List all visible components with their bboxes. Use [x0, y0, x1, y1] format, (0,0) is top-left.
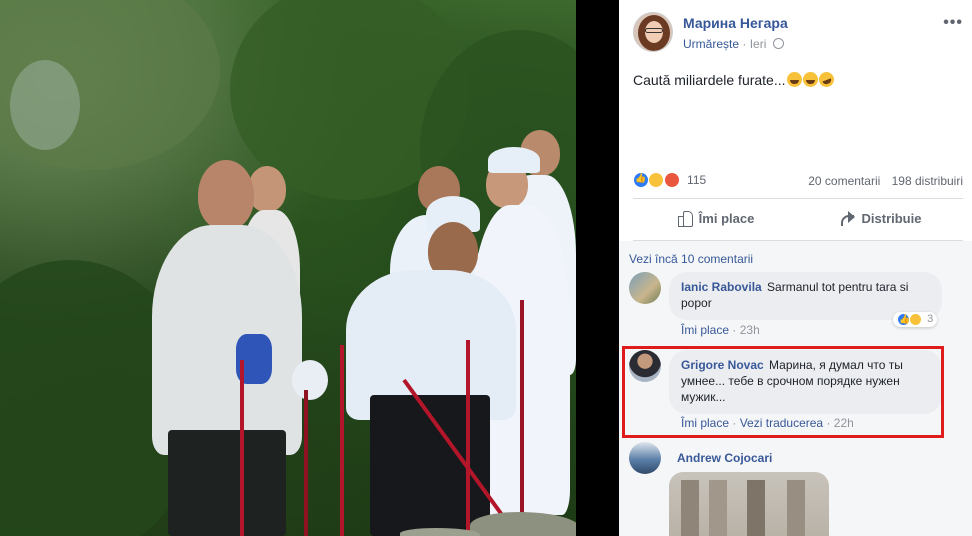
post-stats: 115 20 comentarii 198 distribuiri — [633, 172, 963, 190]
thumbs-up-icon — [677, 210, 693, 227]
rock — [470, 512, 576, 536]
comment-time[interactable]: 23h — [740, 323, 760, 337]
reactions-summary[interactable]: 115 — [633, 172, 706, 188]
like-button[interactable]: Îmi place — [633, 201, 798, 235]
like-button-label: Îmi place — [698, 210, 755, 226]
author-avatar[interactable] — [633, 12, 673, 52]
post-text-body: Caută miliardele furate... — [633, 72, 786, 88]
divider — [633, 198, 963, 199]
meta-separator: · — [742, 37, 747, 51]
hiking-pole — [466, 340, 470, 536]
post-actions: Îmi place Distribuie — [633, 201, 963, 235]
shares-count[interactable]: 198 distribuiri — [892, 174, 963, 188]
commenter-avatar[interactable] — [629, 272, 661, 304]
commenter-name[interactable]: Andrew Cojocari — [677, 451, 772, 465]
see-translation-link[interactable]: Vezi traducerea — [740, 416, 823, 430]
comment-separator: · — [826, 416, 831, 430]
comment: Grigore Novac Марина, я думал что ты умн… — [629, 350, 962, 430]
hiking-pole — [520, 300, 524, 536]
share-button-label: Distribuie — [861, 210, 922, 226]
post-meta: Urmărește · Ieri — [683, 37, 784, 51]
engagement-counts: 20 comentarii 198 distribuiri — [808, 174, 963, 188]
commenter-avatar[interactable] — [629, 442, 661, 474]
author-name[interactable]: Марина Негара — [683, 15, 788, 31]
comment-reactions[interactable]: 3 — [893, 312, 938, 327]
post-text: Caută miliardele furate... — [633, 69, 836, 90]
comment-like-link[interactable]: Îmi place — [681, 323, 729, 337]
hiking-pole — [340, 345, 344, 536]
comment-image[interactable] — [669, 472, 829, 536]
view-more-comments-link[interactable]: Vezi încă 10 comentarii — [629, 252, 753, 266]
comment-actions: Îmi place · 23h — [681, 323, 760, 337]
rolling-laughing-emoji-icon — [816, 69, 836, 90]
more-options-icon[interactable]: ••• — [943, 14, 963, 32]
hiking-pole — [240, 360, 244, 536]
comment-bubble: Grigore Novac Марина, я думал что ты умн… — [669, 350, 942, 414]
rock — [400, 528, 480, 536]
comment-time[interactable]: 22h — [834, 416, 854, 430]
comment: Andrew Cojocari — [629, 442, 962, 536]
comment-reaction-count: 3 — [927, 313, 934, 326]
haha-reaction-icon — [648, 172, 665, 188]
comments-section: Vezi încă 10 comentarii Ianic Rabovila S… — [619, 241, 972, 536]
like-reaction-icon — [897, 313, 910, 326]
comment-separator: · — [732, 323, 737, 337]
comment: Ianic Rabovila Sarmanul tot pentru tara … — [629, 272, 962, 342]
like-reaction-icon — [633, 172, 649, 188]
commenter-avatar[interactable] — [629, 350, 661, 382]
globe-icon — [772, 38, 784, 49]
hiking-pole — [304, 390, 308, 536]
comments-count[interactable]: 20 comentarii — [808, 174, 880, 188]
comment-separator: · — [732, 416, 737, 430]
haha-reaction-icon — [909, 313, 923, 326]
comment-actions: Îmi place · Vezi traducerea · 22h — [681, 416, 854, 430]
angry-reaction-icon — [663, 172, 680, 188]
post-time[interactable]: Ieri — [750, 37, 767, 51]
post-panel: Марина Негара Urmărește · Ieri ••• Caută… — [619, 0, 972, 536]
post-header: Марина Негара Urmărește · Ieri ••• — [633, 12, 963, 56]
grinning-sweat-emoji-icon — [802, 72, 818, 87]
commenter-name[interactable]: Ianic Rabovila — [681, 280, 762, 294]
commenter-name[interactable]: Grigore Novac — [681, 358, 764, 372]
post-photo[interactable] — [0, 0, 576, 536]
share-button[interactable]: Distribuie — [798, 201, 963, 235]
grinning-sweat-emoji-icon — [786, 72, 802, 87]
comment-like-link[interactable]: Îmi place — [681, 416, 729, 430]
share-arrow-icon — [840, 210, 856, 226]
sky-patch — [10, 60, 80, 150]
reaction-count: 115 — [687, 173, 707, 187]
follow-link[interactable]: Urmărește — [683, 37, 739, 51]
gutter — [576, 0, 619, 536]
